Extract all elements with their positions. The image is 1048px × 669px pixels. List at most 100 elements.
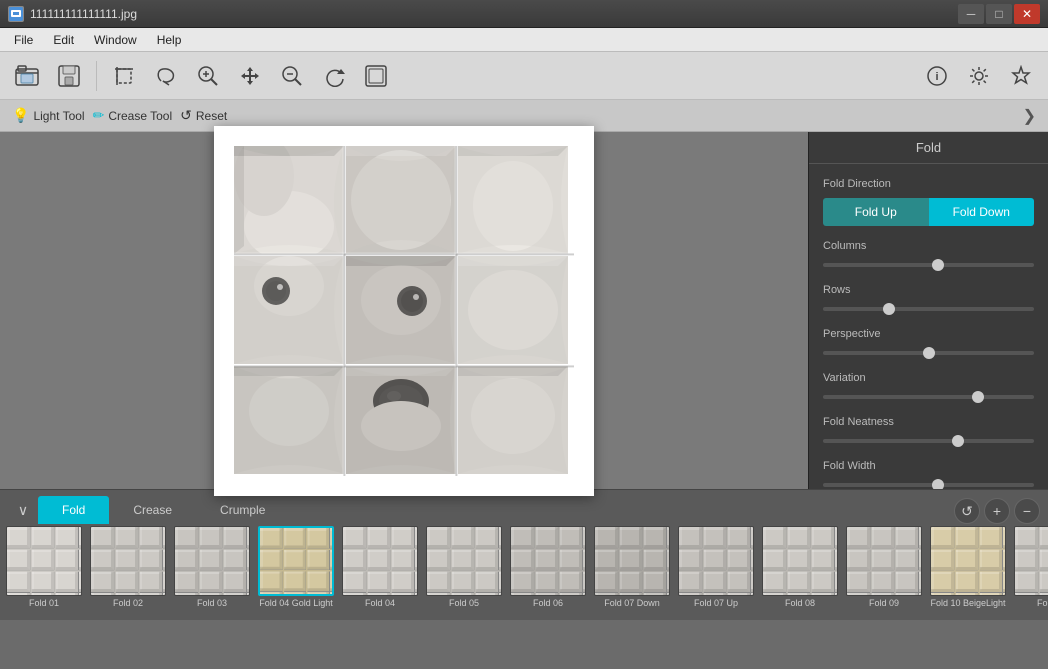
thumbnail-image xyxy=(6,526,82,596)
thumbnail-item[interactable]: Fold 08 xyxy=(760,526,840,618)
light-tool-item[interactable]: 💡 Light Tool xyxy=(12,107,85,124)
menu-file[interactable]: File xyxy=(4,31,43,49)
reset-icon: ↺ xyxy=(180,107,192,124)
tab-reset-icon[interactable]: ↺ xyxy=(954,498,980,524)
tab-right-controls: ↺ + − xyxy=(954,498,1040,524)
thumbnail-item[interactable]: Fold 01 xyxy=(4,526,84,618)
tab-fold[interactable]: Fold xyxy=(38,496,109,524)
toolbar-right: i xyxy=(918,57,1040,95)
thumbnail-item[interactable]: Fold 05 xyxy=(424,526,504,618)
tab-crease[interactable]: Crease xyxy=(109,496,196,524)
menu-bar: File Edit Window Help xyxy=(0,28,1048,52)
thumbnail-label: Fold 09 xyxy=(869,598,899,609)
move-button[interactable] xyxy=(231,57,269,95)
toolbar: i xyxy=(0,52,1048,100)
crease-tool-item[interactable]: ✏ Crease Tool xyxy=(93,107,173,124)
reset-label: Reset xyxy=(196,109,227,123)
slider-columns-row: Columns xyxy=(823,240,1034,270)
thumbnail-image xyxy=(342,526,418,596)
minimize-button[interactable]: ─ xyxy=(958,4,984,24)
open-button[interactable] xyxy=(8,57,46,95)
thumbnail-item[interactable]: Fold 04 xyxy=(340,526,420,618)
slider-columns-label: Columns xyxy=(823,240,1034,252)
thumbnail-label: Fold 07 Down xyxy=(604,598,660,609)
rotate-button[interactable] xyxy=(315,57,353,95)
thumbnail-item[interactable]: Fold 04 Gold Light xyxy=(256,526,336,618)
close-button[interactable]: ✕ xyxy=(1014,4,1040,24)
slider-rows[interactable] xyxy=(823,307,1034,311)
right-panel: Fold Fold Direction Fold Up Fold Down Co… xyxy=(808,132,1048,489)
secondary-toolbar-arrow[interactable]: ❯ xyxy=(1023,106,1036,126)
bottom-area: ∨ Fold Crease Crumple ↺ + − Fold 01 xyxy=(0,489,1048,619)
tab-crumple[interactable]: Crumple xyxy=(196,496,289,524)
crop-button[interactable] xyxy=(105,57,143,95)
panel-title: Fold xyxy=(809,132,1048,164)
thumbnail-image xyxy=(678,526,754,596)
fold-up-button[interactable]: Fold Up xyxy=(823,198,929,226)
thumbnail-label: Fold 07 Up xyxy=(694,598,738,609)
app-icon xyxy=(8,6,24,22)
slider-variation[interactable] xyxy=(823,395,1034,399)
thumbnail-image xyxy=(930,526,1006,596)
thumbnail-image xyxy=(174,526,250,596)
info-button[interactable]: i xyxy=(918,57,956,95)
thumbnail-label: Fold 08 xyxy=(785,598,815,609)
slider-fold_neatness-row: Fold Neatness xyxy=(823,416,1034,446)
effects-button[interactable] xyxy=(1002,57,1040,95)
thumbnail-label: Fold 06 xyxy=(533,598,563,609)
thumbnail-image xyxy=(846,526,922,596)
thumbnail-item[interactable]: Fold 06 xyxy=(508,526,588,618)
zoom-out-button[interactable] xyxy=(273,57,311,95)
menu-edit[interactable]: Edit xyxy=(43,31,84,49)
thumbnail-item[interactable]: Fold 02 xyxy=(88,526,168,618)
panel-content: Fold Direction Fold Up Fold Down Columns… xyxy=(809,164,1048,489)
main-area: Fold Fold Direction Fold Up Fold Down Co… xyxy=(0,132,1048,489)
reset-item[interactable]: ↺ Reset xyxy=(180,107,227,124)
thumbnail-image xyxy=(90,526,166,596)
toolbar-separator-1 xyxy=(96,61,97,91)
thumbnail-label: Fold 10 xyxy=(1037,598,1048,609)
slider-fold_neatness[interactable] xyxy=(823,439,1034,443)
tab-remove-icon[interactable]: − xyxy=(1014,498,1040,524)
thumbnail-image xyxy=(762,526,838,596)
lasso-button[interactable] xyxy=(147,57,185,95)
sliders-container: ColumnsRowsPerspectiveVariationFold Neat… xyxy=(823,240,1034,489)
fold-direction-buttons: Fold Up Fold Down xyxy=(823,198,1034,226)
thumbnail-item[interactable]: Fold 10 xyxy=(1012,526,1048,618)
title-bar-controls: ─ □ ✕ xyxy=(958,4,1040,24)
slider-perspective[interactable] xyxy=(823,351,1034,355)
fold-down-button[interactable]: Fold Down xyxy=(929,198,1035,226)
light-tool-label: Light Tool xyxy=(33,109,84,123)
save-button[interactable] xyxy=(50,57,88,95)
title-bar: 111111111111111.jpg ─ □ ✕ xyxy=(0,0,1048,28)
thumbnail-item[interactable]: Fold 07 Down xyxy=(592,526,672,618)
thumbnail-image xyxy=(510,526,586,596)
thumbnail-image xyxy=(258,526,334,596)
slider-fold_width-label: Fold Width xyxy=(823,460,1034,472)
thumbnail-label: Fold 05 xyxy=(449,598,479,609)
slider-variation-label: Variation xyxy=(823,372,1034,384)
thumbnail-item[interactable]: Fold 07 Up xyxy=(676,526,756,618)
menu-help[interactable]: Help xyxy=(147,31,192,49)
frame-button[interactable] xyxy=(357,57,395,95)
zoom-in-button[interactable] xyxy=(189,57,227,95)
settings-button[interactable] xyxy=(960,57,998,95)
thumbnail-item[interactable]: Fold 10 BeigeLight xyxy=(928,526,1008,618)
thumbnail-image xyxy=(426,526,502,596)
menu-window[interactable]: Window xyxy=(84,31,147,49)
slider-fold_width-row: Fold Width xyxy=(823,460,1034,489)
thumbnail-label: Fold 03 xyxy=(197,598,227,609)
fold-canvas xyxy=(234,146,574,476)
tab-add-icon[interactable]: + xyxy=(984,498,1010,524)
thumbnail-item[interactable]: Fold 09 xyxy=(844,526,924,618)
slider-columns[interactable] xyxy=(823,263,1034,267)
thumbnail-label: Fold 10 BeigeLight xyxy=(930,598,1005,609)
tab-expand-button[interactable]: ∨ xyxy=(8,496,38,524)
thumbnail-item[interactable]: Fold 03 xyxy=(172,526,252,618)
crease-tool-label: Crease Tool xyxy=(108,109,172,123)
crease-icon: ✏ xyxy=(93,107,105,124)
maximize-button[interactable]: □ xyxy=(986,4,1012,24)
slider-variation-row: Variation xyxy=(823,372,1034,402)
thumbnail-image xyxy=(1014,526,1048,596)
slider-fold_width[interactable] xyxy=(823,483,1034,487)
